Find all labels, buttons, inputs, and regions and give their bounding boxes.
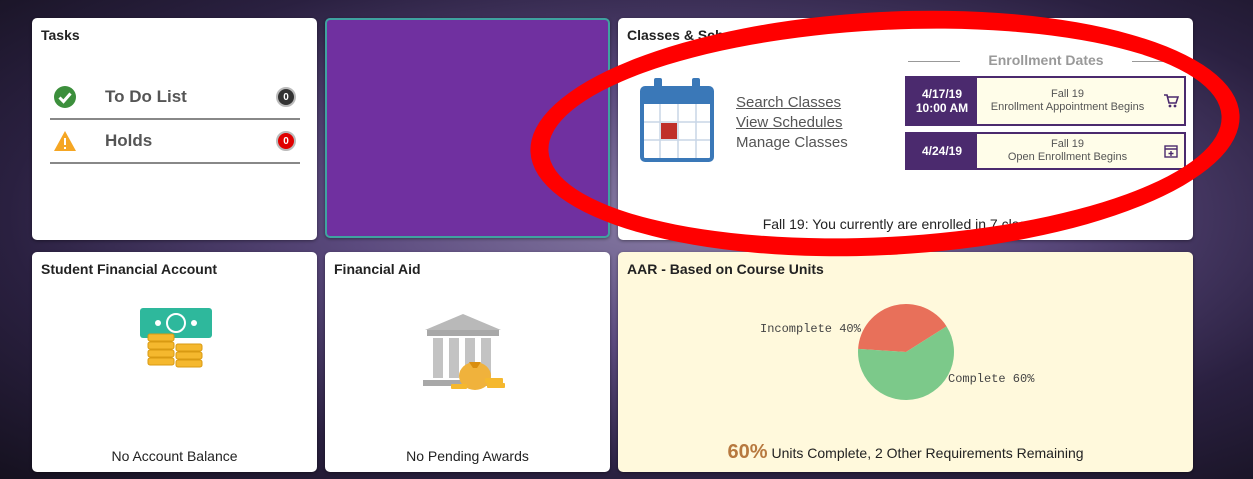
todo-list-label: To Do List: [105, 87, 187, 106]
enrollment-desc-text: Enrollment Appointment Begins: [990, 101, 1145, 113]
classes-schedules-tile[interactable]: Classes & Schedules Search Classes View …: [618, 18, 1193, 240]
enrollment-description: Fall 19 Enrollment Appointment Begins: [977, 78, 1158, 124]
aar-tile[interactable]: AAR - Based on Course Units Incomplete 4…: [618, 252, 1193, 472]
todo-list-item[interactable]: To Do List 0: [50, 77, 300, 117]
todo-count-badge: 0: [276, 87, 296, 107]
sfa-title: Student Financial Account: [41, 261, 218, 277]
enrollment-row[interactable]: 4/24/19 Fall 19 Open Enrollment Begins: [905, 132, 1186, 170]
tasks-tile[interactable]: Tasks To Do List 0 Holds 0: [32, 18, 317, 240]
aar-footer-text: Units Complete, 2 Other Requirements Rem…: [771, 445, 1084, 461]
enrollment-dates-heading: Enrollment Dates: [908, 52, 1184, 68]
search-classes-link[interactable]: Search Classes: [736, 93, 848, 113]
financial-aid-tile[interactable]: Financial Aid No Pending Awards: [325, 252, 610, 472]
tasks-title: Tasks: [41, 27, 80, 43]
sfa-footer: No Account Balance: [111, 448, 238, 464]
aid-title: Financial Aid: [334, 261, 421, 277]
pie-label-incomplete: Incomplete 40%: [760, 322, 861, 336]
divider: [50, 118, 300, 120]
holds-count-badge: 0: [276, 131, 296, 151]
cart-icon: [1158, 78, 1184, 124]
enrollment-date: 4/24/19: [907, 134, 977, 168]
view-schedules-link[interactable]: View Schedules: [736, 113, 848, 133]
holds-item[interactable]: Holds 0: [50, 121, 300, 161]
warning-triangle-icon: [54, 131, 76, 151]
check-circle-icon: [54, 86, 76, 108]
aar-percent: 60%: [727, 441, 768, 463]
classes-title: Classes & Schedules: [627, 27, 768, 43]
aar-title: AAR - Based on Course Units: [627, 261, 824, 277]
pie-label-complete: Complete 60%: [948, 372, 1035, 386]
bank-moneybag-icon: [423, 314, 505, 390]
manage-classes-link[interactable]: Manage Classes: [736, 133, 848, 153]
enrollment-term: Fall 19: [1050, 138, 1085, 150]
calendar-add-icon: [1158, 134, 1184, 168]
enrollment-description: Fall 19 Open Enrollment Begins: [977, 134, 1158, 168]
money-coins-icon: [140, 308, 212, 368]
aar-footer: 60% Units Complete, 2 Other Requirements …: [618, 441, 1193, 464]
enrollment-date-value: 4/17/19: [921, 87, 963, 101]
enrollment-status: Fall 19: You currently are enrolled in 7…: [762, 216, 1049, 232]
purple-tile[interactable]: [325, 18, 610, 238]
calendar-icon: [640, 78, 714, 162]
enrollment-date-value: 4/24/19: [921, 144, 963, 158]
enrollment-desc-text: Open Enrollment Begins: [1007, 151, 1128, 163]
enrollment-date: 4/17/19 10:00 AM: [907, 78, 977, 124]
enrollment-term: Fall 19: [1050, 88, 1085, 100]
class-links: Search Classes View Schedules Manage Cla…: [736, 93, 848, 153]
holds-label: Holds: [105, 131, 153, 150]
enrollment-row[interactable]: 4/17/19 10:00 AM Fall 19 Enrollment Appo…: [905, 76, 1186, 126]
aid-footer: No Pending Awards: [406, 448, 529, 464]
aar-pie-chart: [858, 304, 954, 400]
divider: [50, 162, 300, 164]
enrollment-time-value: 10:00 AM: [915, 101, 969, 115]
student-financial-account-tile[interactable]: Student Financial Account No Account Bal…: [32, 252, 317, 472]
